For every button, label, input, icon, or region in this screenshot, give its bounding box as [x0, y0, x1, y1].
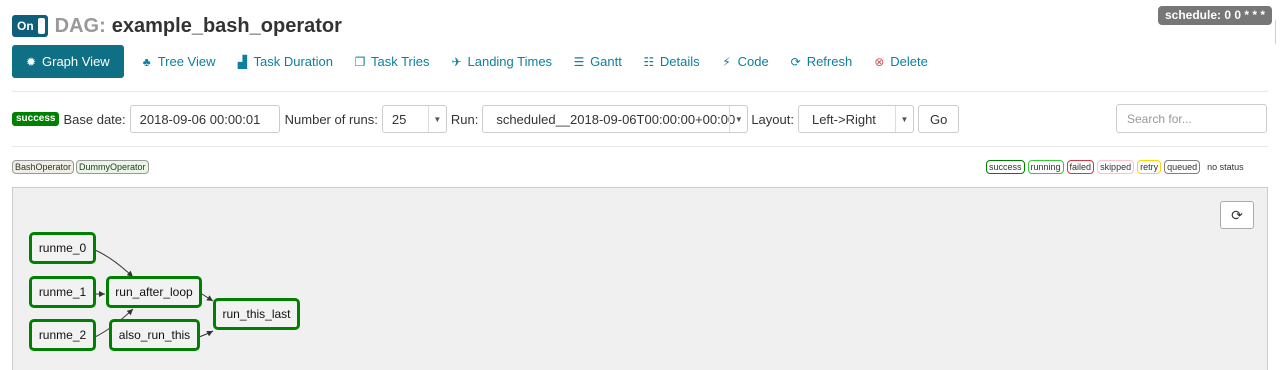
tab-code[interactable]: ⚡ Code: [710, 45, 779, 78]
airflow-dag-page: On DAG: example_bash_operator schedule: …: [0, 0, 1280, 370]
toggle-knob: [37, 18, 45, 34]
tab-label: Code: [737, 54, 769, 69]
remove-circle-icon: ⊗: [874, 54, 885, 69]
right-rule: [1275, 20, 1276, 44]
tab-task-duration[interactable]: ▟ Task Duration: [226, 45, 343, 78]
tab-task-tries[interactable]: ❐ Task Tries: [343, 45, 440, 78]
search-input[interactable]: Search for...: [1116, 104, 1267, 133]
tab-landing-times[interactable]: ✈ Landing Times: [440, 45, 563, 78]
state-legend: success running failed skipped retry que…: [986, 160, 1244, 174]
run-value: scheduled__2018-09-06T00:00:00+00:00: [496, 111, 736, 127]
dag-prefix: DAG:: [54, 14, 106, 37]
tab-tree-view[interactable]: ♣ Tree View: [130, 45, 226, 78]
view-nav: ✹ Graph View ♣ Tree View ▟ Task Duration…: [12, 45, 938, 78]
status-badge: success: [12, 112, 60, 126]
refresh-icon: ⟳: [790, 54, 801, 69]
flash-icon: ⚡: [722, 54, 731, 69]
legend-queued[interactable]: queued: [1164, 160, 1201, 174]
operator-legend: BashOperator DummyOperator: [12, 160, 151, 174]
tab-label: Task Tries: [370, 54, 430, 69]
legend-bash-operator: BashOperator: [12, 160, 75, 174]
toggle-label: On: [17, 19, 34, 33]
refresh-icon: ⟳: [1231, 206, 1243, 223]
tab-label: Tree View: [157, 54, 216, 69]
list-icon: ☷: [643, 54, 655, 69]
task-node-runme-2[interactable]: runme_2: [29, 319, 96, 351]
num-runs-label: Number of runs:: [284, 111, 378, 127]
edge-also-run-this-run-this-last: [198, 330, 214, 338]
task-node-also-run-this[interactable]: also_run_this: [109, 319, 200, 351]
schedule-badge: schedule: 0 0 * * *: [1158, 6, 1273, 25]
tab-label: Delete: [890, 54, 928, 69]
asterisk-icon: ✹: [25, 54, 37, 69]
go-button[interactable]: Go: [917, 105, 960, 133]
legend-success[interactable]: success: [986, 160, 1025, 174]
tab-label: Refresh: [806, 54, 853, 69]
task-node-runme-1[interactable]: runme_1: [29, 276, 96, 308]
legend-failed[interactable]: failed: [1066, 160, 1095, 174]
legend-skipped[interactable]: skipped: [1097, 160, 1135, 174]
task-node-run-after-loop[interactable]: run_after_loop: [106, 276, 202, 308]
task-node-run-this-last[interactable]: run_this_last: [213, 298, 300, 330]
refresh-link[interactable]: ⟳ Refresh: [779, 45, 863, 78]
num-runs-value: 25: [391, 111, 407, 127]
run-label: Run:: [450, 111, 479, 127]
divider: [12, 146, 1268, 147]
tab-graph-view[interactable]: ✹ Graph View: [12, 45, 124, 78]
legend-no-status: no status: [1207, 162, 1244, 172]
divider: [12, 91, 1268, 92]
edge-run-after-loop-run-this-last: [201, 293, 214, 302]
tab-label: Landing Times: [467, 54, 553, 69]
layout-label: Layout:: [751, 111, 794, 127]
dag-on-toggle[interactable]: On: [12, 15, 48, 37]
layout-select[interactable]: Left->Right ▼: [797, 105, 914, 133]
tab-label: Details: [659, 54, 700, 69]
dag-graph[interactable]: runme_0 runme_1 runme_2 run_after_loop a…: [12, 187, 1268, 370]
legend-dummy-operator: DummyOperator: [76, 160, 149, 174]
chevron-down-icon: ▼: [427, 106, 446, 132]
chevron-down-icon: ▼: [729, 106, 747, 132]
dag-title: example_bash_operator: [111, 14, 342, 37]
stats-icon: ▟: [237, 54, 248, 69]
align-left-icon: ☰: [573, 54, 585, 69]
tree-icon: ♣: [142, 54, 151, 69]
title-row: On DAG: example_bash_operator: [12, 12, 342, 40]
legend-retry[interactable]: retry: [1137, 160, 1162, 174]
delete-link[interactable]: ⊗ Delete: [862, 45, 938, 78]
tab-details[interactable]: ☷ Details: [632, 45, 710, 78]
legend-running[interactable]: running: [1027, 160, 1064, 174]
layout-value: Left->Right: [811, 111, 876, 127]
edge-runme0-run-after-loop: [94, 249, 134, 278]
graph-refresh-button[interactable]: ⟳: [1220, 201, 1254, 229]
controls-form: success Base date: 2018-09-06 00:00:01 N…: [12, 105, 960, 133]
run-select[interactable]: scheduled__2018-09-06T00:00:00+00:00 ▼: [482, 105, 749, 133]
base-date-label: Base date:: [63, 111, 126, 127]
plane-icon: ✈: [451, 54, 462, 69]
base-date-input[interactable]: 2018-09-06 00:00:01: [129, 105, 280, 133]
tab-label: Gantt: [590, 54, 622, 69]
num-runs-select[interactable]: 25 ▼: [381, 105, 447, 133]
chevron-down-icon: ▼: [894, 106, 913, 132]
tab-label: Task Duration: [253, 54, 333, 69]
tab-gantt[interactable]: ☰ Gantt: [562, 45, 632, 78]
tab-label: Graph View: [42, 54, 110, 69]
duplicate-icon: ❐: [354, 54, 366, 69]
task-node-runme-0[interactable]: runme_0: [29, 232, 96, 264]
